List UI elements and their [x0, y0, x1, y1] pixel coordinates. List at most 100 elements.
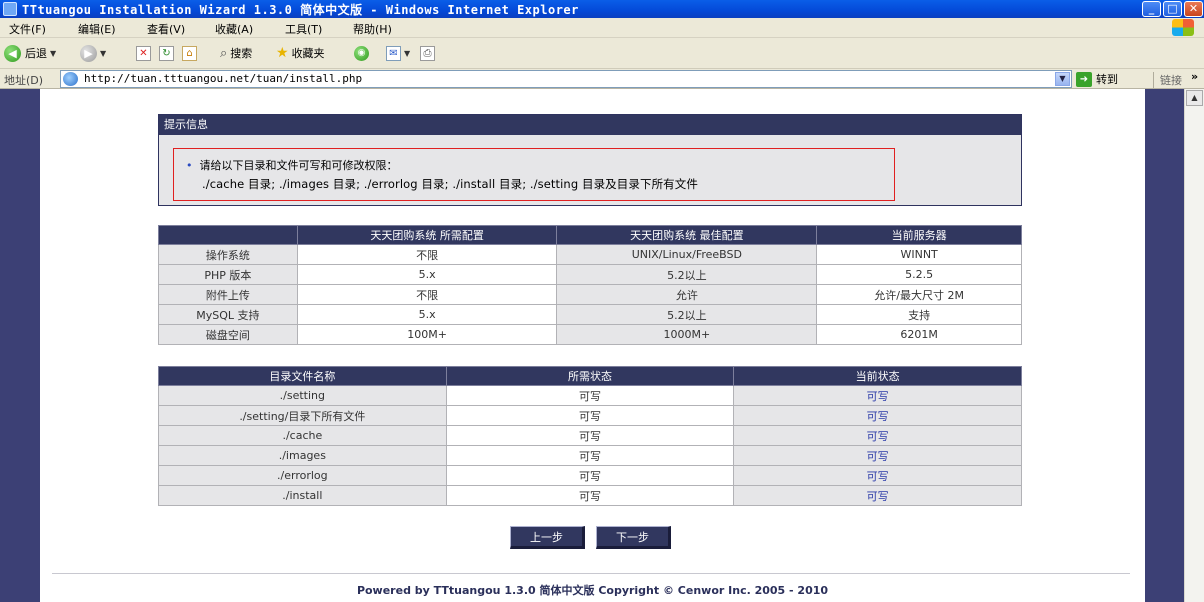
refresh-icon: ↻ — [159, 45, 174, 61]
favorites-button[interactable]: ★ 收藏夹 — [276, 43, 325, 63]
table-row: ./errorlog 可写 可写 — [158, 465, 1022, 486]
config-header-blank — [158, 225, 298, 245]
search-icon: ⌕ — [220, 45, 228, 61]
permission-current: 可写 — [733, 385, 1022, 406]
footer-divider — [52, 573, 1130, 574]
links-chevron-icon[interactable]: » — [1191, 70, 1198, 83]
maximize-button[interactable]: □ — [1163, 1, 1182, 17]
favorites-star-icon: ★ — [276, 45, 289, 61]
permission-path: ./setting — [158, 385, 447, 406]
go-button[interactable]: ➜ 转到 — [1076, 71, 1118, 87]
install-page: 提示信息 请给以下目录和文件可写和可修改权限： ./cache 目录; ./im… — [40, 89, 1145, 602]
mail-button[interactable]: ✉ ▼ — [386, 43, 410, 63]
address-input[interactable]: http://tuan.tttuangou.net/tuan/install.p… — [60, 70, 1072, 88]
permission-table: 目录文件名称 所需状态 当前状态 ./setting 可写 可写 ./setti… — [158, 366, 1022, 506]
permission-current: 可写 — [733, 405, 1022, 426]
config-required: 不限 — [296, 244, 558, 265]
permission-path: ./install — [158, 485, 447, 506]
table-row: ./setting/目录下所有文件 可写 可写 — [158, 405, 1022, 426]
minimize-button[interactable]: _ — [1142, 1, 1161, 17]
go-label: 转到 — [1096, 73, 1118, 86]
table-row: 磁盘空间 100M+ 1000M+ 6201M — [158, 324, 1022, 345]
next-step-button[interactable]: 下一步 — [596, 526, 671, 549]
menu-view[interactable]: 查看(V) — [147, 21, 185, 37]
permission-header-required: 所需状态 — [445, 366, 735, 386]
config-best: 5.2以上 — [556, 264, 818, 285]
notice-line-1: 请给以下目录和文件可写和可修改权限： — [186, 157, 398, 173]
address-url: http://tuan.tttuangou.net/tuan/install.p… — [84, 72, 363, 85]
vertical-scrollbar[interactable]: ▲ — [1184, 89, 1204, 602]
config-best: UNIX/Linux/FreeBSD — [556, 244, 818, 265]
back-button[interactable]: ◀ 后退 ▼ — [4, 43, 56, 63]
menu-edit[interactable]: 编辑(E) — [78, 21, 116, 37]
previous-step-button[interactable]: 上一步 — [510, 526, 585, 549]
window-title: TTtuangou Installation Wizard 1.3.0 简体中文… — [22, 3, 579, 17]
table-row: ./install 可写 可写 — [158, 485, 1022, 506]
home-button[interactable]: ⌂ — [182, 43, 197, 63]
permission-current: 可写 — [733, 445, 1022, 466]
table-row: ./setting 可写 可写 — [158, 385, 1022, 406]
config-header-required: 天天团购系统 所需配置 — [296, 225, 558, 245]
config-best: 1000M+ — [556, 324, 818, 345]
stop-icon: ✕ — [136, 45, 151, 61]
browser-viewport: 提示信息 请给以下目录和文件可写和可修改权限： ./cache 目录; ./im… — [0, 89, 1184, 602]
permission-header-row: 目录文件名称 所需状态 当前状态 — [158, 366, 1022, 386]
menu-bar: 文件(F) 编辑(E) 查看(V) 收藏(A) 工具(T) 帮助(H) — [0, 18, 1204, 38]
close-button[interactable]: ✕ — [1184, 1, 1203, 17]
stop-button[interactable]: ✕ — [136, 43, 151, 63]
favorites-label: 收藏夹 — [291, 47, 325, 60]
media-icon: ◉ — [354, 45, 369, 61]
config-required: 5.x — [296, 264, 558, 285]
back-dropdown-icon[interactable]: ▼ — [50, 49, 56, 58]
permission-path: ./images — [158, 445, 447, 466]
config-required: 不限 — [296, 284, 558, 305]
config-best: 5.2以上 — [556, 304, 818, 325]
config-header-row: 天天团购系统 所需配置 天天团购系统 最佳配置 当前服务器 — [158, 225, 1022, 245]
config-header-best: 天天团购系统 最佳配置 — [556, 225, 818, 245]
config-best: 允许 — [556, 284, 818, 305]
ie-icon — [3, 2, 17, 16]
config-header-current: 当前服务器 — [816, 225, 1022, 245]
media-button[interactable]: ◉ — [354, 43, 369, 63]
notice-line-2: ./cache 目录; ./images 目录; ./errorlog 目录; … — [202, 177, 698, 191]
home-icon: ⌂ — [182, 45, 197, 61]
page-icon — [63, 72, 78, 86]
table-row: MySQL 支持 5.x 5.2以上 支持 — [158, 304, 1022, 325]
permission-required: 可写 — [445, 485, 735, 506]
scroll-up-icon[interactable]: ▲ — [1186, 90, 1203, 106]
forward-button[interactable]: ▶ ▼ — [80, 43, 106, 63]
notice-message-box: 请给以下目录和文件可写和可修改权限： ./cache 目录; ./images … — [173, 148, 895, 201]
permission-path: ./cache — [158, 425, 447, 446]
menu-favorites[interactable]: 收藏(A) — [215, 21, 253, 37]
address-label: 地址(D) — [4, 74, 44, 87]
permission-header-current: 当前状态 — [733, 366, 1022, 386]
config-current: 允许/最大尺寸 2M — [816, 284, 1022, 305]
menu-file[interactable]: 文件(F) — [9, 21, 46, 37]
config-current: 支持 — [816, 304, 1022, 325]
window-title-bar[interactable]: TTtuangou Installation Wizard 1.3.0 简体中文… — [0, 0, 1204, 18]
footer-copyright: Powered by TTtuangou 1.3.0 简体中文版 Copyrig… — [356, 584, 829, 597]
forward-dropdown-icon[interactable]: ▼ — [100, 49, 106, 58]
mail-dropdown-icon[interactable]: ▼ — [404, 49, 410, 58]
menu-help[interactable]: 帮助(H) — [353, 21, 392, 37]
config-required: 100M+ — [296, 324, 558, 345]
config-current: WINNT — [816, 244, 1022, 265]
menu-tools[interactable]: 工具(T) — [285, 21, 322, 37]
config-label: 磁盘空间 — [158, 324, 298, 345]
print-button[interactable]: ⎙ — [420, 43, 435, 63]
config-label: MySQL 支持 — [158, 304, 298, 325]
search-button[interactable]: ⌕ 搜索 — [220, 43, 252, 63]
permission-required: 可写 — [445, 385, 735, 406]
permission-path: ./setting/目录下所有文件 — [158, 405, 447, 426]
permission-current: 可写 — [733, 465, 1022, 486]
notice-header: 提示信息 — [159, 115, 1021, 135]
config-required: 5.x — [296, 304, 558, 325]
refresh-button[interactable]: ↻ — [159, 43, 174, 63]
permission-required: 可写 — [445, 465, 735, 486]
table-row: PHP 版本 5.x 5.2以上 5.2.5 — [158, 264, 1022, 285]
links-button[interactable]: 链接 — [1153, 72, 1182, 88]
config-label: PHP 版本 — [158, 264, 298, 285]
forward-arrow-icon: ▶ — [80, 44, 97, 62]
table-row: ./cache 可写 可写 — [158, 425, 1022, 446]
address-dropdown-icon[interactable]: ▼ — [1055, 72, 1070, 86]
